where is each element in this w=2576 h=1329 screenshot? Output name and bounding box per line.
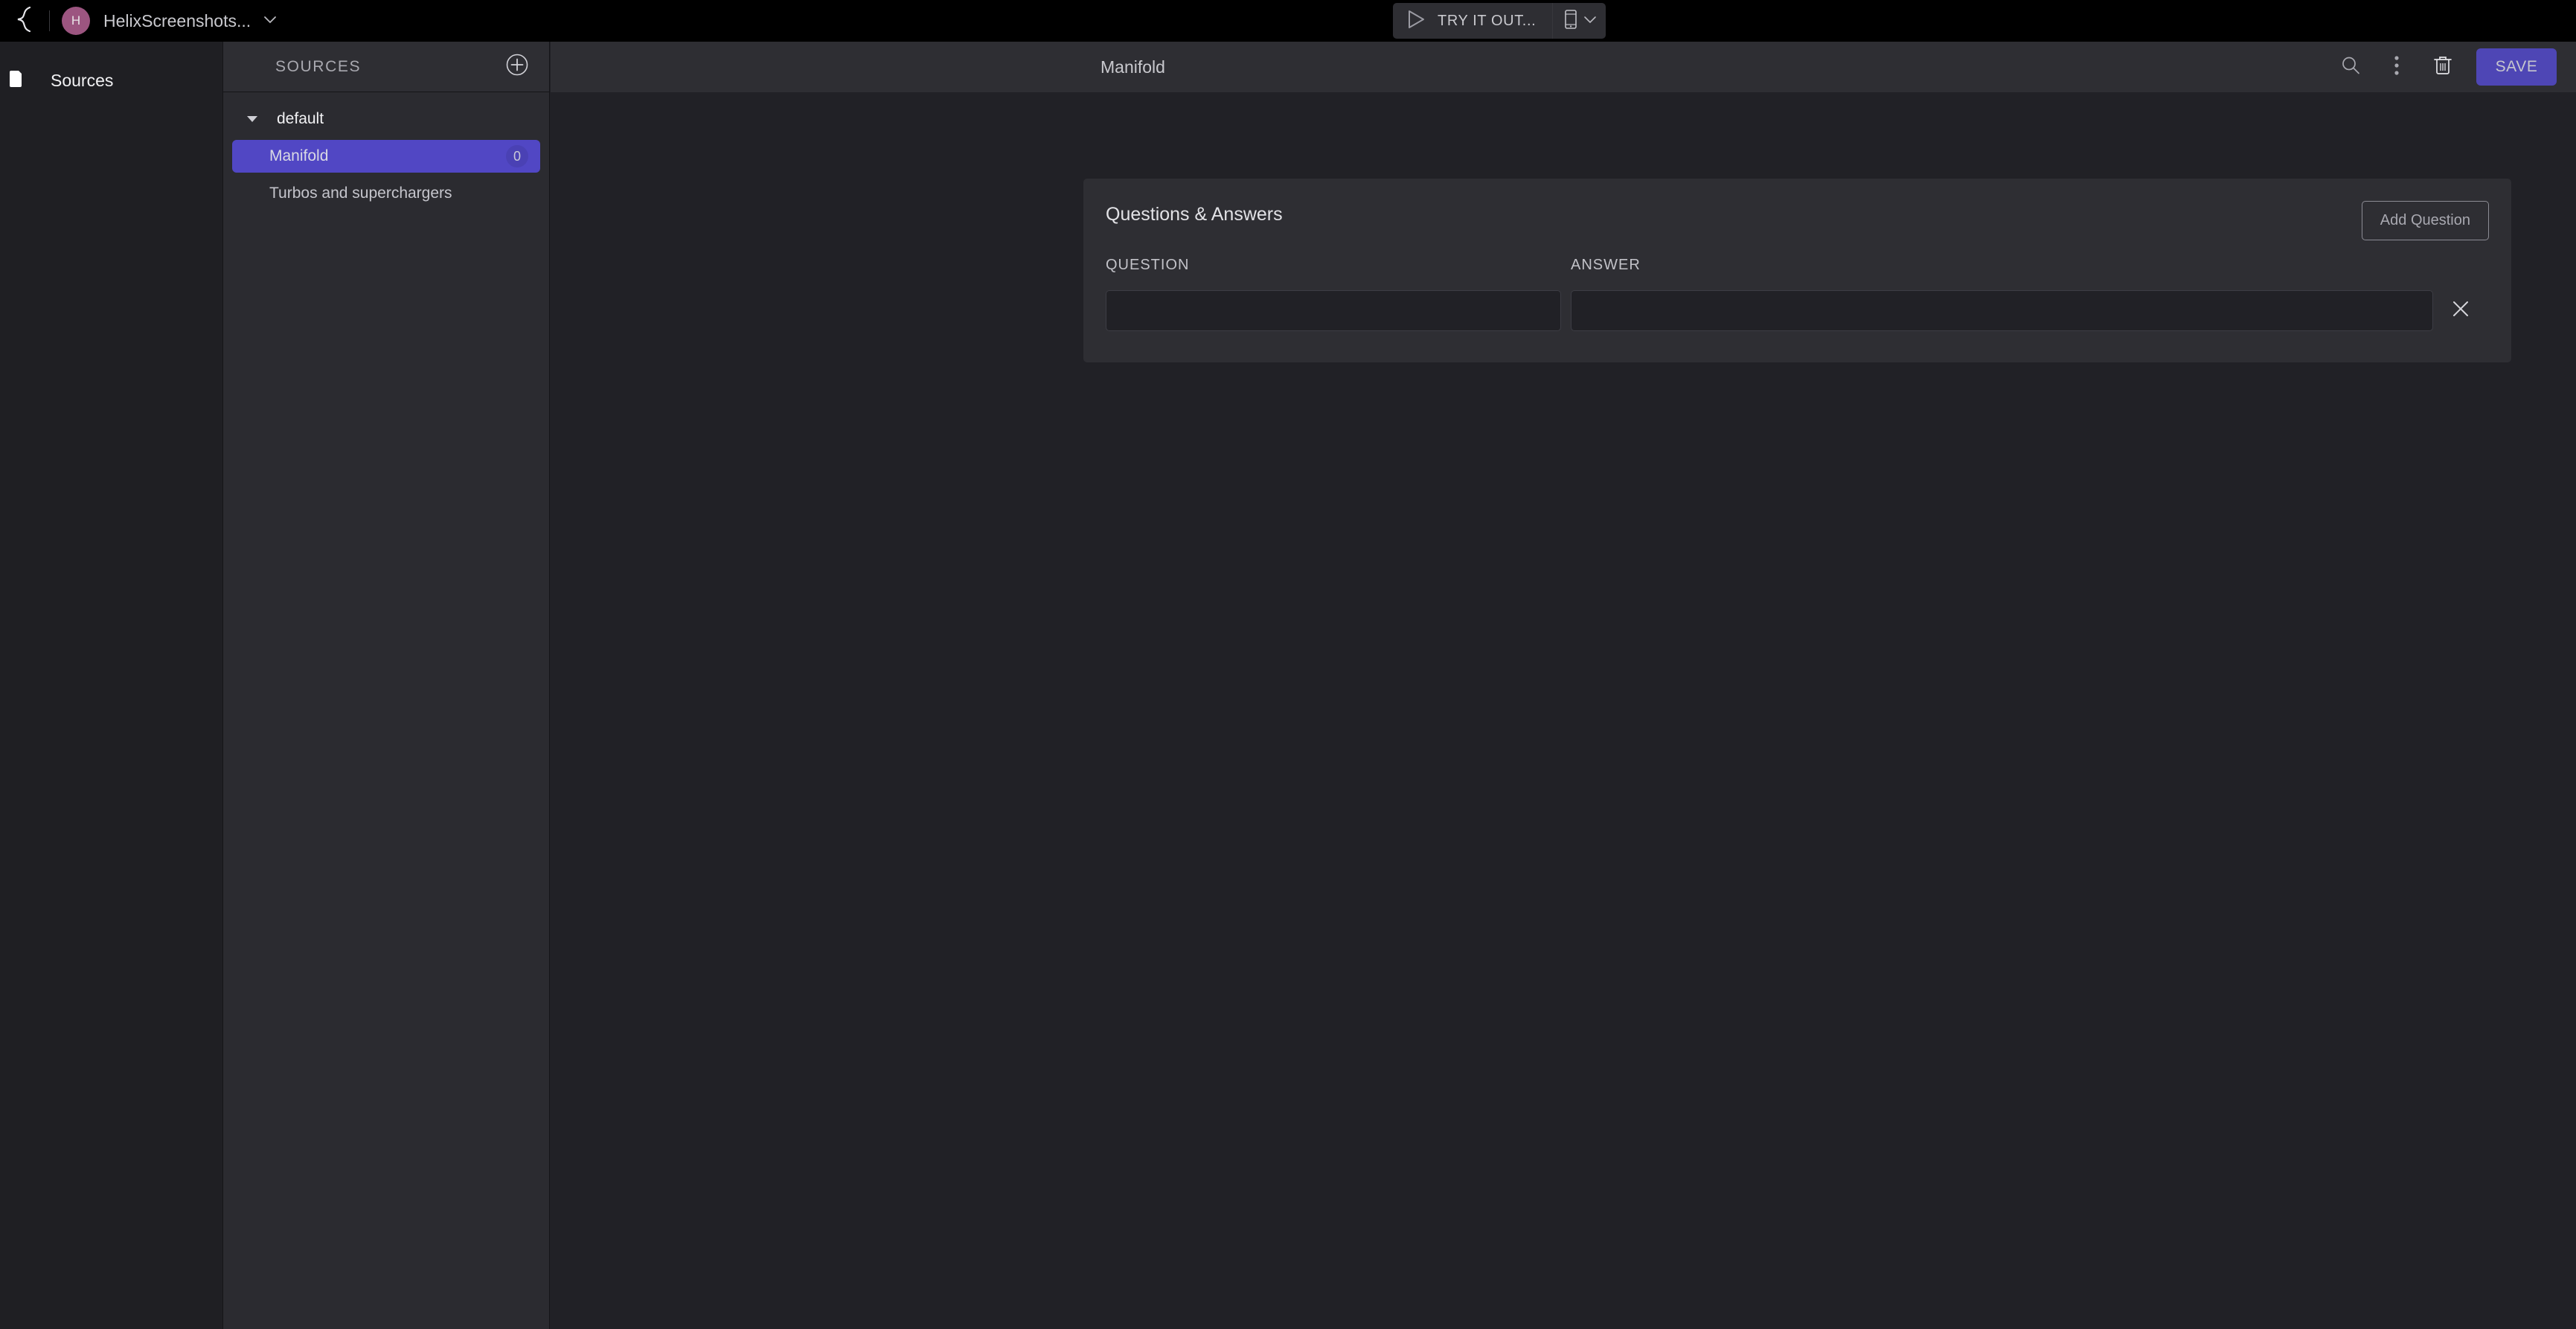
questions-answers-card: Questions & Answers Add Question QUESTIO… bbox=[1083, 179, 2511, 362]
main-content: Questions & Answers Add Question QUESTIO… bbox=[551, 92, 2576, 1329]
search-button[interactable] bbox=[2327, 44, 2374, 90]
device-selector-button[interactable] bbox=[1553, 9, 1606, 33]
sidebar-item-sources[interactable]: Sources bbox=[0, 61, 222, 100]
list-item[interactable]: Manifold 0 bbox=[232, 140, 540, 173]
top-bar: H HelixScreenshots... TRY IT OUT... bbox=[0, 0, 2576, 42]
chevron-down-icon bbox=[1583, 14, 1597, 28]
avatar-initial: H bbox=[71, 13, 81, 28]
left-nav-rail: Sources bbox=[0, 42, 222, 1329]
folder-icon bbox=[7, 66, 33, 95]
org-name: HelixScreenshots... bbox=[103, 10, 251, 31]
question-input[interactable] bbox=[1106, 290, 1561, 331]
question-column-label: QUESTION bbox=[1106, 257, 1190, 273]
answer-input[interactable] bbox=[1571, 290, 2433, 331]
trash-icon bbox=[2432, 54, 2453, 80]
plus-circle-icon bbox=[504, 52, 530, 81]
helix-logo-icon bbox=[13, 6, 36, 36]
avatar[interactable]: H bbox=[62, 7, 90, 35]
page-title: Manifold bbox=[1100, 57, 1165, 77]
chevron-down-icon bbox=[263, 14, 278, 28]
tree-item-label: Manifold bbox=[269, 147, 329, 164]
delete-button[interactable] bbox=[2420, 44, 2466, 90]
add-source-button[interactable] bbox=[504, 52, 530, 81]
search-icon bbox=[2339, 54, 2362, 80]
play-icon bbox=[1406, 9, 1426, 33]
qa-fields bbox=[1106, 290, 2489, 331]
qa-card-title: Questions & Answers bbox=[1106, 204, 1283, 225]
qa-row: QUESTION ANSWER bbox=[1083, 240, 2511, 331]
tree-item-label: Turbos and superchargers bbox=[269, 185, 452, 202]
tree-group-label: default bbox=[277, 110, 324, 127]
sources-tree: default Manifold 0 Turbos and supercharg… bbox=[223, 92, 549, 210]
sidebar-item-label: Sources bbox=[51, 70, 114, 90]
close-icon bbox=[2451, 299, 2470, 322]
sources-panel-title: SOURCES bbox=[275, 57, 362, 75]
caret-down-icon[interactable] bbox=[244, 116, 260, 122]
qa-column-labels: QUESTION ANSWER bbox=[1106, 257, 2489, 274]
remove-question-button[interactable] bbox=[2439, 299, 2482, 322]
tree-group-default[interactable]: default bbox=[223, 103, 549, 135]
try-it-out-bar: TRY IT OUT... bbox=[1393, 3, 1606, 39]
answer-column-label: ANSWER bbox=[1571, 257, 1641, 273]
save-button[interactable]: SAVE bbox=[2476, 48, 2557, 86]
play-button[interactable] bbox=[1393, 9, 1435, 33]
qa-card-header: Questions & Answers Add Question bbox=[1083, 179, 2511, 240]
add-question-button[interactable]: Add Question bbox=[2361, 201, 2489, 240]
more-options-button[interactable] bbox=[2374, 44, 2420, 90]
org-switcher-button[interactable] bbox=[263, 14, 278, 28]
sources-panel-header: SOURCES bbox=[223, 42, 549, 92]
list-item[interactable]: Turbos and superchargers bbox=[232, 177, 540, 210]
mobile-device-icon bbox=[1563, 9, 1578, 33]
more-vertical-icon bbox=[2393, 54, 2400, 80]
app-logo-button[interactable] bbox=[0, 0, 49, 42]
sources-panel: SOURCES default Manifold 0 Turbos and su… bbox=[222, 42, 550, 1329]
status-badge: 0 bbox=[506, 145, 528, 167]
try-it-out-label[interactable]: TRY IT OUT... bbox=[1435, 13, 1552, 30]
topbar-divider bbox=[49, 10, 50, 31]
header-actions: SAVE bbox=[2327, 44, 2557, 90]
content-header: Manifold SAVE bbox=[551, 42, 2576, 92]
